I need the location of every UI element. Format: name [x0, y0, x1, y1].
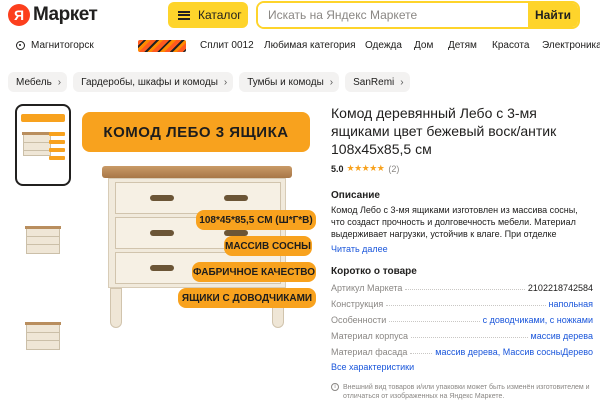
location-selector[interactable]: Магнитогорск — [16, 40, 94, 51]
thumbnail-1[interactable] — [15, 104, 71, 186]
image-banner-title: КОМОД ЛЕБО 3 ЯЩИКА — [82, 112, 310, 152]
spec-key: Материал корпуса — [331, 331, 409, 341]
spec-value-link[interactable]: с доводчиками, с ножками — [483, 315, 593, 325]
image-tag-soft-close: ЯЩИКИ С ДОВОДЧИКАМИ — [178, 288, 316, 308]
logo-text: Маркет — [33, 4, 98, 25]
nav-item-clothes[interactable]: Одежда — [365, 40, 402, 51]
spec-key: Материал фасада — [331, 347, 408, 357]
search-bar: Найти — [256, 1, 580, 29]
breadcrumb: Мебель › Гардеробы, шкафы и комоды › Тумбы… — [8, 72, 410, 92]
thumbnail-2[interactable] — [15, 200, 71, 282]
breadcrumb-item[interactable]: Мебель › — [8, 72, 68, 92]
read-more-link[interactable]: Читать далее — [331, 244, 388, 254]
chevron-right-icon: › — [223, 76, 228, 88]
image-tag-dimensions: 108*45*85,5 СМ (Ш*Г*В) — [196, 210, 316, 230]
subnav: Магнитогорск Сплит 0012 Любимая категори… — [0, 34, 600, 58]
breadcrumb-label: SanRemi — [353, 76, 395, 88]
nav-item-split[interactable]: Сплит 0012 — [200, 40, 254, 51]
specs-heading: Коротко о товаре — [331, 266, 417, 277]
all-specs-link[interactable]: Все характеристики — [331, 362, 414, 372]
description-text: Комод Лебо с 3-мя ящиками изготовлен из … — [331, 205, 578, 239]
spec-row: Материал корпуса массив дерева — [331, 327, 593, 341]
spec-row: Артикул Маркета 2102218742584 — [331, 279, 593, 293]
promo-banner-image[interactable] — [138, 40, 186, 52]
menu-icon — [178, 10, 190, 20]
star-icon: ★★★★★ — [346, 163, 385, 173]
spec-value: 2102218742584 — [527, 283, 593, 293]
info-icon: i — [331, 383, 339, 391]
breadcrumb-label: Гардеробы, шкафы и комоды — [81, 76, 218, 88]
chevron-right-icon: › — [57, 76, 62, 88]
search-input[interactable] — [258, 3, 528, 27]
spec-value-link[interactable]: напольная — [549, 299, 593, 309]
catalog-button[interactable]: Каталог — [168, 2, 248, 28]
catalog-label: Каталог — [198, 8, 242, 22]
spec-key: Конструкция — [331, 299, 384, 309]
spec-row: Особенности с доводчиками, с ножками — [331, 311, 593, 325]
image-tag-quality: ФАБРИЧНОЕ КАЧЕСТВО — [192, 262, 316, 282]
nav-item-kids[interactable]: Детям — [448, 40, 477, 51]
description-heading: Описание — [331, 190, 380, 201]
nav-item-electronics[interactable]: Электроника — [542, 40, 600, 51]
location-label: Магнитогорск — [31, 40, 94, 51]
thumbnail-image — [25, 226, 61, 254]
nav-item-beauty[interactable]: Красота — [492, 40, 529, 51]
spec-value-link[interactable]: массив дерева — [531, 331, 593, 341]
nav-item-favorite-category[interactable]: Любимая категория — [264, 40, 356, 51]
spec-row: Конструкция напольная — [331, 295, 593, 309]
disclaimer-note: i Внешний вид товаров и/или упаковки мож… — [331, 383, 596, 400]
rating-score: 5.0 — [331, 163, 344, 174]
spec-key: Артикул Маркета — [331, 283, 403, 293]
thumbnail-image — [19, 110, 67, 180]
spec-row: Материал фасада массив дерева, Массив сос… — [331, 343, 593, 357]
location-pin-icon — [16, 41, 25, 50]
breadcrumb-label: Мебель — [16, 76, 52, 88]
breadcrumb-item[interactable]: Гардеробы, шкафы и комоды › — [73, 72, 234, 92]
spec-key: Особенности — [331, 315, 387, 325]
disclaimer-text: Внешний вид товаров и/или упаковки может… — [343, 384, 590, 400]
breadcrumb-item[interactable]: SanRemi › — [345, 72, 410, 92]
thumbnail-image — [25, 322, 61, 350]
logo-badge: Я — [8, 4, 30, 26]
product-main-image[interactable]: КОМОД ЛЕБО 3 ЯЩИКА 108*45*85,5 СМ (Ш*Г*В… — [80, 104, 316, 400]
spec-value-link[interactable]: массив дерева, Массив сосныДерево — [435, 347, 593, 357]
yandex-market-logo[interactable]: Я Маркет — [8, 4, 98, 26]
chevron-right-icon: › — [329, 76, 334, 88]
thumbnail-3[interactable] — [15, 296, 71, 378]
nav-item-home[interactable]: Дом — [414, 40, 433, 51]
breadcrumb-label: Тумбы и комоды — [247, 76, 324, 88]
product-rating[interactable]: 5.0 ★★★★★ (2) — [331, 163, 399, 174]
image-tag-material: МАССИВ СОСНЫ — [224, 236, 312, 256]
chevron-right-icon: › — [400, 76, 404, 88]
search-button[interactable]: Найти — [528, 3, 578, 27]
breadcrumb-item[interactable]: Тумбы и комоды › — [239, 72, 340, 92]
product-title: Комод деревянный Лебо с 3-мя ящиками цве… — [331, 105, 557, 157]
header: Я Маркет Каталог Найти — [0, 0, 600, 32]
review-count: (2) — [388, 163, 400, 174]
